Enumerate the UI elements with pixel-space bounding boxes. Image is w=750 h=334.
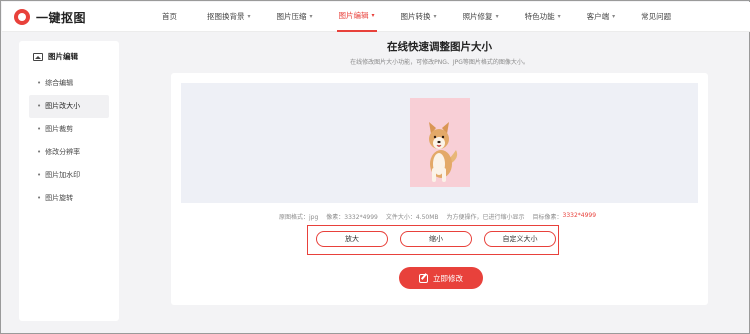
app-window: 一键抠图 首页 抠图换背景 ▾ 图片压缩 ▾ 图片编辑 ▾ 图片转换 ▾ 照片修复 ▾ 特… <box>0 0 750 334</box>
chevron-down-icon: ▾ <box>557 13 561 20</box>
nav-item-image-compress[interactable]: 图片压缩 ▾ <box>275 2 315 32</box>
sidebar-list: 综合编辑 图片改大小 图片裁剪 修改分辨率 图片加水印 图片旋转 <box>29 72 109 210</box>
sidebar: 图片编辑 综合编辑 图片改大小 图片裁剪 修改分辨率 图片加水印 图片旋转 <box>19 41 119 321</box>
sidebar-item-resize[interactable]: 图片改大小 <box>29 95 109 118</box>
chevron-down-icon: ▾ <box>247 13 251 20</box>
sidebar-heading: 图片编辑 <box>33 51 78 62</box>
chevron-down-icon: ▾ <box>309 13 313 20</box>
enlarge-button[interactable]: 放大 <box>316 231 388 247</box>
sidebar-item-resolution[interactable]: 修改分辨率 <box>29 141 109 164</box>
nav-item-cutout-background[interactable]: 抠图换背景 ▾ <box>205 2 253 32</box>
top-navigation-bar: 一键抠图 首页 抠图换背景 ▾ 图片压缩 ▾ 图片编辑 ▾ 图片转换 ▾ 照片修复 ▾ 特… <box>2 2 750 32</box>
page-subtitle: 在线修改图片大小功能，可修改PNG、JPG等图片格式的图像大小。 <box>350 59 529 66</box>
nav-item-faq[interactable]: 常见问题 <box>639 2 673 32</box>
chevron-down-icon: ▾ <box>371 12 375 19</box>
image-info-line: 原图格式：jpg 像素：3332*4999 文件大小：4.50MB 为方便操作，… <box>279 212 596 221</box>
sidebar-item-composite-edit[interactable]: 综合编辑 <box>29 72 109 95</box>
dog-photo-icon <box>410 98 470 187</box>
original-pixels: 像素：3332*4999 <box>326 214 378 221</box>
sidebar-item-crop[interactable]: 图片裁剪 <box>29 118 109 141</box>
target-pixels-label: 目标像素： <box>532 214 563 221</box>
main-nav: 首页 抠图换背景 ▾ 图片压缩 ▾ 图片编辑 ▾ 图片转换 ▾ 照片修复 ▾ 特色功能 ▾ … <box>160 2 673 32</box>
chevron-down-icon: ▾ <box>612 13 616 20</box>
nav-item-home[interactable]: 首页 <box>160 2 179 32</box>
custom-size-button[interactable]: 自定义大小 <box>484 231 556 247</box>
apply-button[interactable]: 立即修改 <box>399 267 483 289</box>
logo[interactable]: 一键抠图 <box>14 8 86 26</box>
chevron-down-icon: ▾ <box>495 13 499 20</box>
original-format: 原图格式：jpg <box>279 214 319 221</box>
brand-name: 一键抠图 <box>36 10 87 25</box>
nav-item-client[interactable]: 客户端 ▾ <box>585 2 618 32</box>
page-title: 在线快速调整图片大小 <box>387 41 492 53</box>
target-pixels-value: 3332*4999 <box>562 212 597 219</box>
nav-item-image-convert[interactable]: 图片转换 ▾ <box>399 2 439 32</box>
sidebar-item-watermark[interactable]: 图片加水印 <box>29 164 109 187</box>
file-size: 文件大小：4.50MB <box>385 214 439 221</box>
edit-icon <box>419 273 428 283</box>
nav-item-features[interactable]: 特色功能 ▾ <box>523 2 563 32</box>
shrink-button[interactable]: 缩小 <box>400 231 472 247</box>
nav-item-photo-repair[interactable]: 照片修复 ▾ <box>461 2 501 32</box>
logo-icon <box>14 9 30 25</box>
chevron-down-icon: ▾ <box>433 13 437 20</box>
uploaded-image <box>410 98 470 187</box>
sidebar-item-rotate[interactable]: 图片旋转 <box>29 187 109 210</box>
image-icon <box>33 52 43 61</box>
display-note: 为方便操作，已进行缩小显示 <box>446 214 525 221</box>
nav-item-image-edit[interactable]: 图片编辑 ▾ <box>336 2 377 32</box>
